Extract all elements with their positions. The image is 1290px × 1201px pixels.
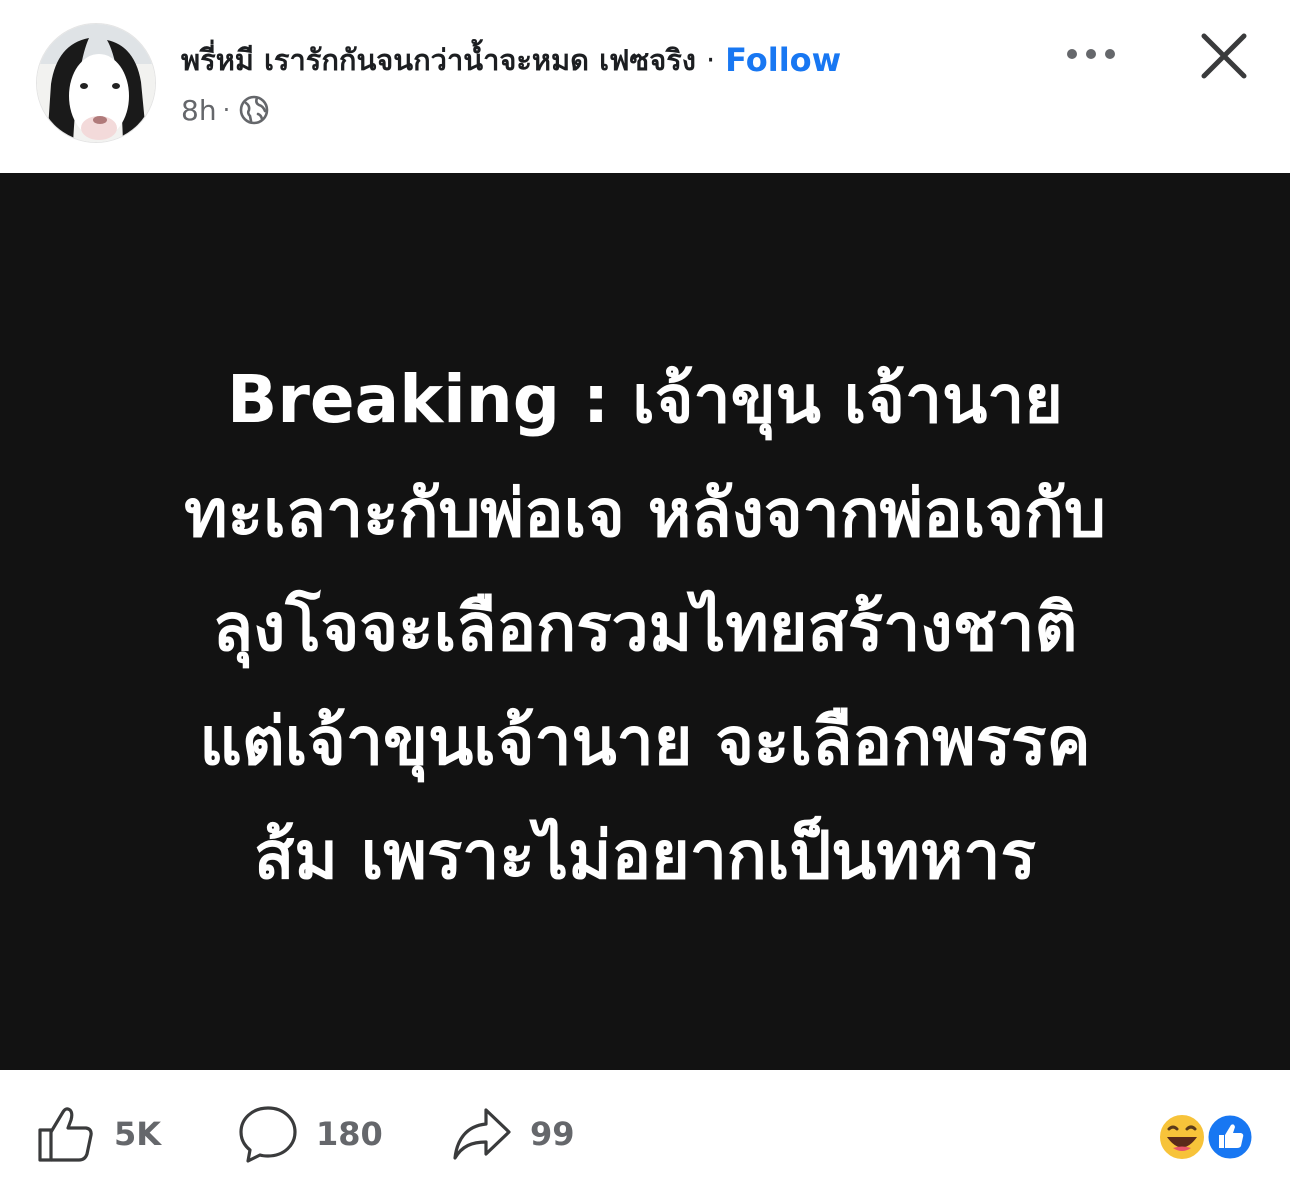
- post-image-text: Breaking : เจ้าขุน เจ้านาย ทะเลาะกับพ่อเ…: [60, 343, 1230, 913]
- post-text-line: ทะเลาะกับพ่อเจ หลังจากพ่อเจกับ: [184, 475, 1106, 552]
- thumbs-up-icon: [38, 1107, 93, 1162]
- close-button[interactable]: [1196, 28, 1252, 84]
- post-meta: 8h ·: [181, 90, 270, 130]
- post-text-line: ส้ม เพราะไม่อยากเป็นทหาร: [254, 817, 1036, 894]
- comment-button[interactable]: 180: [238, 1104, 383, 1164]
- comment-count: 180: [316, 1115, 383, 1153]
- share-button[interactable]: 99: [452, 1104, 575, 1164]
- post-actions-bar: 5K 180 99: [0, 1070, 1290, 1201]
- post-text-line: แต่เจ้าขุนเจ้านาย จะเลือกพรรค: [199, 703, 1091, 780]
- like-count: 5K: [114, 1115, 162, 1153]
- like-button[interactable]: 5K: [36, 1104, 161, 1164]
- more-options-icon: [1067, 49, 1115, 59]
- globe-icon: [238, 94, 270, 126]
- dog-avatar-image: [37, 24, 155, 142]
- meta-separator: ·: [222, 96, 231, 124]
- share-count: 99: [530, 1115, 575, 1153]
- reaction-summary[interactable]: [1156, 1112, 1256, 1162]
- author-avatar[interactable]: [36, 23, 156, 143]
- post-text-line: Breaking : เจ้าขุน เจ้านาย: [227, 361, 1063, 438]
- post-header: พรี่หมี เรารักกันจนกว่าน้ำจะหมด เฟซจริง …: [0, 0, 1290, 173]
- post-text-line: ลุงโจจะเลือกรวมไทยสร้างชาติ: [212, 589, 1078, 666]
- share-arrow-icon: [453, 1108, 511, 1160]
- like-reaction-icon: [1205, 1112, 1255, 1162]
- name-separator: ·: [705, 43, 716, 77]
- post-image[interactable]: Breaking : เจ้าขุน เจ้านาย ทะเลาะกับพ่อเ…: [0, 173, 1290, 1070]
- author-name[interactable]: พรี่หมี เรารักกันจนกว่าน้ำจะหมด เฟซจริง: [181, 37, 696, 83]
- follow-button[interactable]: Follow: [725, 41, 841, 79]
- haha-reaction-icon: [1158, 1113, 1206, 1161]
- author-row: พรี่หมี เรารักกันจนกว่าน้ำจะหมด เฟซจริง …: [181, 38, 841, 82]
- comment-icon: [239, 1106, 297, 1163]
- more-options-button[interactable]: [1062, 32, 1122, 76]
- post-time[interactable]: 8h: [181, 94, 217, 127]
- close-icon: [1201, 33, 1247, 79]
